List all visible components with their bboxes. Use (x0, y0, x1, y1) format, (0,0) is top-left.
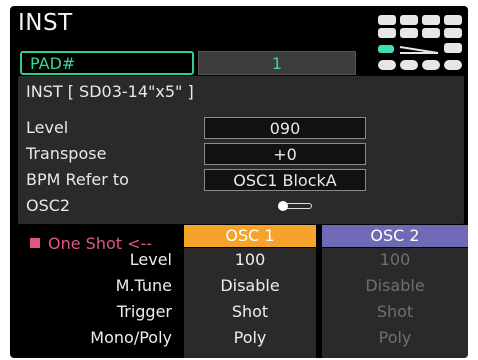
param-label: OSC2 (26, 196, 71, 215)
osc1-trigger-value[interactable]: Shot (184, 302, 316, 321)
param-value: OSC1 BlockA (233, 171, 337, 190)
osc2-mtune-value[interactable]: Disable (322, 276, 468, 295)
mode-square-icon (30, 238, 40, 248)
param-label: Transpose (26, 144, 107, 163)
pad-cell (378, 28, 396, 38)
osc2-monopoly-value[interactable]: Poly (322, 328, 468, 347)
inst-panel: INST [ SD03-14"x5" ] Level 090 Transpose… (18, 76, 464, 224)
param-label: BPM Refer to (26, 170, 129, 189)
pad-grid-icon[interactable] (378, 15, 462, 73)
osc2-trigger-value[interactable]: Shot (322, 302, 468, 321)
row-label: Level (129, 250, 172, 269)
param-value-box[interactable]: OSC1 BlockA (204, 169, 366, 191)
osc1-column-header[interactable]: OSC 1 (184, 225, 316, 247)
osc1-mtune-value[interactable]: Disable (184, 276, 316, 295)
osc1-monopoly-value[interactable]: Poly (184, 328, 316, 347)
pad-cell (378, 60, 396, 70)
pad-cell-selected (378, 45, 394, 53)
page-title: INST (18, 10, 73, 36)
row-label: Trigger (116, 302, 172, 321)
pad-cell (422, 15, 440, 25)
pad-cell (444, 15, 462, 25)
param-value-box[interactable]: +0 (204, 143, 366, 165)
param-value: 090 (269, 119, 301, 138)
pad-cell (400, 28, 418, 38)
toggle-knob (278, 201, 288, 211)
osc2-level-value[interactable]: 100 (322, 250, 468, 269)
param-value-box[interactable]: 090 (204, 117, 366, 139)
pad-cell (444, 43, 462, 53)
row-label: M.Tune (115, 276, 172, 295)
toggle-track (284, 203, 312, 209)
pad-number-field[interactable]: PAD# (20, 51, 194, 75)
device-screen: INST PAD# 1 INST [ SD03-14"x5" ] Level 0… (10, 6, 468, 358)
toggle-switch-icon[interactable] (278, 201, 312, 211)
osc1-level-value[interactable]: 100 (184, 250, 316, 269)
pad-number-value: 1 (271, 54, 283, 73)
pad-cell (378, 15, 396, 25)
pad-number-label: PAD# (30, 54, 76, 73)
osc2-column-header[interactable]: OSC 2 (322, 225, 468, 247)
param-label: Level (26, 118, 69, 137)
pad-cell (422, 28, 440, 38)
pad-cell (400, 15, 418, 25)
osc1-column: 100 Disable Shot Poly (184, 248, 316, 358)
osc2-column: 100 Disable Shot Poly (322, 248, 468, 358)
inst-name[interactable]: INST [ SD03-14"x5" ] (26, 82, 194, 101)
pad-cell (444, 60, 462, 70)
row-label: Mono/Poly (90, 328, 172, 347)
pad-number-value-box[interactable]: 1 (198, 51, 356, 75)
pad-cell (444, 28, 462, 38)
pad-cell (400, 60, 418, 70)
pad-cell (422, 60, 440, 70)
param-value: +0 (273, 145, 297, 164)
hihat-line-icon (399, 46, 439, 54)
